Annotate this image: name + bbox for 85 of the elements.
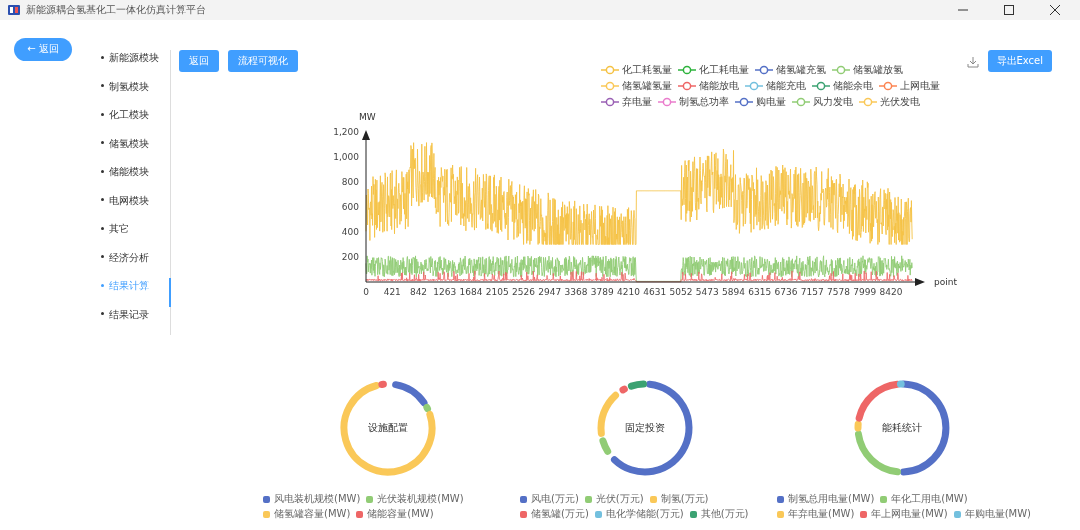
axis-tick-label: 7999 [853, 287, 877, 297]
axis-tick-label: 1,000 [333, 152, 359, 162]
axis-tick-label: 0 [363, 287, 369, 297]
axis-tick-label: 2526 [512, 287, 535, 297]
sidebar-item[interactable]: 电网模块 [100, 192, 171, 221]
legend-label: 制氢(万元) [660, 492, 709, 506]
axis-tick-label: 421 [383, 287, 401, 297]
legend-item[interactable]: 储氢罐放氢 [831, 63, 903, 77]
bullet-icon [101, 169, 104, 173]
axis-tick-label: 2105 [485, 287, 509, 297]
axis-tick-label: 6736 [774, 287, 798, 297]
legend-label: 储氢罐(万元) [531, 507, 589, 521]
legend-item[interactable]: 弃电量 [600, 95, 652, 109]
axis-tick-label: 8420 [879, 287, 903, 297]
close-icon[interactable] [1050, 5, 1060, 15]
legend-label: 风电(万元) [531, 492, 579, 506]
download-icon[interactable] [966, 56, 979, 68]
axis-tick-label: 7578 [827, 287, 850, 297]
maximize-icon[interactable] [1004, 5, 1014, 15]
axis-tick-label: 6315 [748, 287, 772, 297]
legend-label: 年弃电量(MW) [788, 507, 855, 521]
axis-tick-label: 7157 [800, 287, 824, 297]
bullet-icon [101, 112, 104, 116]
legend-label: 制氢总用电量(MW) [788, 492, 875, 506]
sidebar-item[interactable]: 新能源模块 [100, 50, 171, 79]
axis-tick-label: 5052 [669, 287, 693, 297]
legend-label: 光伏(万元) [595, 492, 644, 506]
legend-label: 其他(万元) [700, 507, 749, 521]
bullet-icon [101, 84, 104, 87]
bullet-icon [101, 283, 104, 287]
axis-tick-label: 1263 [433, 287, 457, 297]
bullet-icon [101, 255, 104, 258]
legend-label: 年购电量(MW) [964, 507, 1031, 521]
bullet-icon [101, 198, 104, 201]
axis-tick-label: 2947 [538, 287, 562, 297]
legend-item[interactable]: 储氢罐氢量 [600, 79, 672, 93]
bullet-icon [101, 55, 104, 59]
app-logo-icon [8, 4, 20, 16]
legend-item[interactable]: 购电量 [734, 95, 786, 109]
legend-item[interactable]: 储氢罐充氢 [754, 63, 826, 77]
legend-item[interactable]: 风力发电 [791, 95, 853, 109]
legend-label: 储氢罐容量(MW) [274, 507, 351, 521]
legend-label: 电化学储能(万元) [605, 507, 684, 521]
legend-item[interactable]: 储能充电 [744, 79, 806, 93]
axis-unit: MW [359, 112, 376, 122]
axis-tick-label: 200 [341, 252, 359, 262]
legend-label: 年上网电量(MW) [871, 507, 948, 521]
axis-unit: point [934, 277, 957, 287]
sidebar-item[interactable]: 储能模块 [100, 164, 171, 193]
window-title: 新能源耦合氢基化工一体化仿真计算平台 [26, 3, 206, 17]
sidebar-item[interactable]: 结果记录 [100, 306, 171, 335]
legend-item[interactable]: 光伏发电 [858, 95, 920, 109]
legend-item[interactable]: 化工耗氢量 [600, 63, 672, 77]
legend-item[interactable]: 储能余电 [811, 79, 873, 93]
axis-tick-label: 4631 [643, 287, 667, 297]
legend-item[interactable]: 化工耗电量 [677, 63, 749, 77]
sidebar-item[interactable]: 制氢模块 [100, 78, 171, 107]
legend-label: 储能容量(MW) [367, 507, 434, 521]
donut-title: 设施配置 [368, 421, 408, 435]
legend-item[interactable]: 上网电量 [878, 79, 940, 93]
legend-item[interactable]: 储能放电 [677, 79, 739, 93]
axis-tick-label: 842 [409, 287, 428, 297]
legend-item[interactable]: 制氢总功率 [657, 95, 729, 109]
axis-tick-label: 3789 [590, 287, 614, 297]
axis-tick-label: 5473 [695, 287, 719, 297]
donut-title: 固定投资 [625, 421, 665, 435]
axis-tick-label: 5894 [722, 287, 745, 297]
sidebar-item[interactable]: 储氢模块 [100, 135, 171, 164]
legend-label: 风电装机规模(MW) [274, 492, 361, 506]
legend-label: 年化工用电(MW) [891, 492, 968, 506]
bullet-icon [101, 226, 104, 230]
bullet-icon [101, 141, 104, 144]
axis-tick-label: 1684 [459, 287, 483, 297]
donut-title: 能耗统计 [882, 421, 922, 435]
axis-tick-label: 400 [341, 227, 359, 237]
axis-tick-label: 4210 [617, 287, 640, 297]
sidebar-item[interactable]: 经济分析 [100, 249, 171, 278]
axis-tick-label: 800 [341, 177, 359, 187]
sidebar-item[interactable]: 其它 [100, 221, 171, 250]
sidebar-item[interactable]: 化工模块 [100, 107, 171, 136]
bullet-icon [101, 312, 104, 315]
axis-tick-label: 3368 [564, 287, 588, 297]
axis-tick-label: 1,200 [333, 127, 359, 137]
axis-tick-label: 600 [341, 202, 359, 212]
legend-label: 光伏装机规模(MW) [377, 492, 464, 506]
